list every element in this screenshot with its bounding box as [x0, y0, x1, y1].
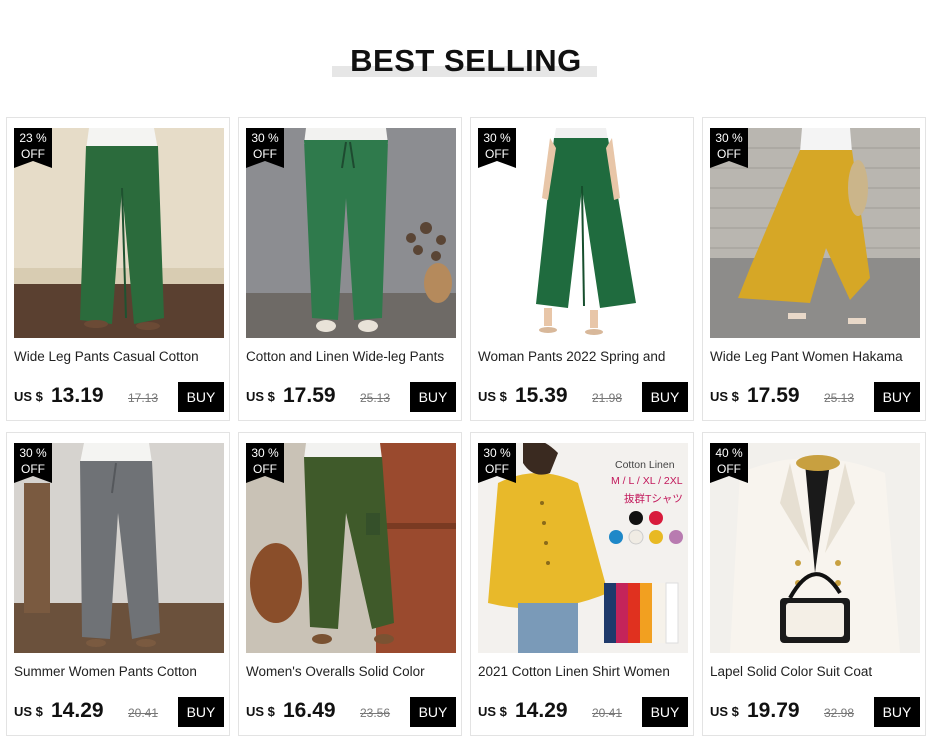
- buy-button[interactable]: BUY: [178, 382, 224, 412]
- price-row: US $ 17.59 25.13 BUY: [246, 382, 456, 412]
- discount-badge: 30 % OFF: [478, 128, 516, 168]
- buy-button[interactable]: BUY: [642, 382, 688, 412]
- product-name[interactable]: Woman Pants 2022 Spring and: [478, 349, 690, 364]
- product-card[interactable]: 30 % OFF Summer Women Pants Cotton US $ …: [6, 432, 230, 736]
- buy-button[interactable]: BUY: [410, 382, 456, 412]
- discount-badge: 30 % OFF: [14, 443, 52, 483]
- sale-price: 19.79: [747, 699, 800, 722]
- original-price: 17.13: [128, 391, 159, 405]
- original-price: 25.13: [824, 391, 855, 405]
- product-card[interactable]: Cotton Linen M / L / XL / 2XL 抜群Tシャツ 30 …: [470, 432, 694, 736]
- original-price: 20.41: [128, 706, 159, 720]
- price-row: US $ 19.79 32.98 BUY: [710, 697, 920, 727]
- discount-badge: 30 % OFF: [246, 443, 284, 483]
- discount-badge: 30 % OFF: [710, 128, 748, 168]
- product-name[interactable]: Wide Leg Pants Casual Cotton: [14, 349, 226, 364]
- sale-price: 17.59: [747, 384, 800, 407]
- buy-button[interactable]: BUY: [410, 697, 456, 727]
- original-price: 21.98: [592, 391, 623, 405]
- product-name[interactable]: Wide Leg Pant Women Hakama: [710, 349, 922, 364]
- price-row: US $ 14.29 20.41 BUY: [14, 697, 224, 727]
- product-name[interactable]: 2021 Cotton Linen Shirt Women: [478, 664, 690, 679]
- original-price: 32.98: [824, 706, 855, 720]
- product-card[interactable]: 30 % OFF Woman Pants 2022 Spring and US …: [470, 117, 694, 421]
- discount-badge: 40 % OFF: [710, 443, 748, 483]
- product-name[interactable]: Women's Overalls Solid Color: [246, 664, 458, 679]
- price-row: US $ 14.29 20.41 BUY: [478, 697, 688, 727]
- currency-label: US $: [14, 389, 43, 404]
- currency-label: US $: [710, 704, 739, 719]
- section-title: BEST SELLING: [350, 43, 582, 78]
- product-card[interactable]: 30 % OFF Cotton and Linen Wide-leg Pants…: [238, 117, 462, 421]
- section-header: BEST SELLING: [0, 0, 932, 110]
- currency-label: US $: [478, 704, 507, 719]
- sale-price: 14.29: [515, 699, 568, 722]
- buy-button[interactable]: BUY: [874, 697, 920, 727]
- price-row: US $ 13.19 17.13 BUY: [14, 382, 224, 412]
- sale-price: 15.39: [515, 384, 568, 407]
- product-name[interactable]: Summer Women Pants Cotton: [14, 664, 226, 679]
- original-price: 20.41: [592, 706, 623, 720]
- sale-price: 17.59: [283, 384, 336, 407]
- currency-label: US $: [246, 704, 275, 719]
- price-row: US $ 15.39 21.98 BUY: [478, 382, 688, 412]
- buy-button[interactable]: BUY: [874, 382, 920, 412]
- sale-price: 14.29: [51, 699, 104, 722]
- discount-badge: 23 % OFF: [14, 128, 52, 168]
- buy-button[interactable]: BUY: [178, 697, 224, 727]
- price-row: US $ 17.59 25.13 BUY: [710, 382, 920, 412]
- product-name[interactable]: Lapel Solid Color Suit Coat: [710, 664, 922, 679]
- product-name[interactable]: Cotton and Linen Wide-leg Pants: [246, 349, 458, 364]
- currency-label: US $: [478, 389, 507, 404]
- sale-price: 13.19: [51, 384, 104, 407]
- product-card[interactable]: 23 % OFF Wide Leg Pants Casual Cotton US…: [6, 117, 230, 421]
- currency-label: US $: [710, 389, 739, 404]
- original-price: 23.56: [360, 706, 391, 720]
- product-card[interactable]: 40 % OFF Lapel Solid Color Suit Coat US …: [702, 432, 926, 736]
- currency-label: US $: [246, 389, 275, 404]
- price-row: US $ 16.49 23.56 BUY: [246, 697, 456, 727]
- discount-badge: 30 % OFF: [246, 128, 284, 168]
- product-card[interactable]: 30 % OFF Women's Overalls Solid Color US…: [238, 432, 462, 736]
- original-price: 25.13: [360, 391, 391, 405]
- sale-price: 16.49: [283, 699, 336, 722]
- buy-button[interactable]: BUY: [642, 697, 688, 727]
- currency-label: US $: [14, 704, 43, 719]
- product-card[interactable]: 30 % OFF Wide Leg Pant Women Hakama US $…: [702, 117, 926, 421]
- discount-badge: 30 % OFF: [478, 443, 516, 483]
